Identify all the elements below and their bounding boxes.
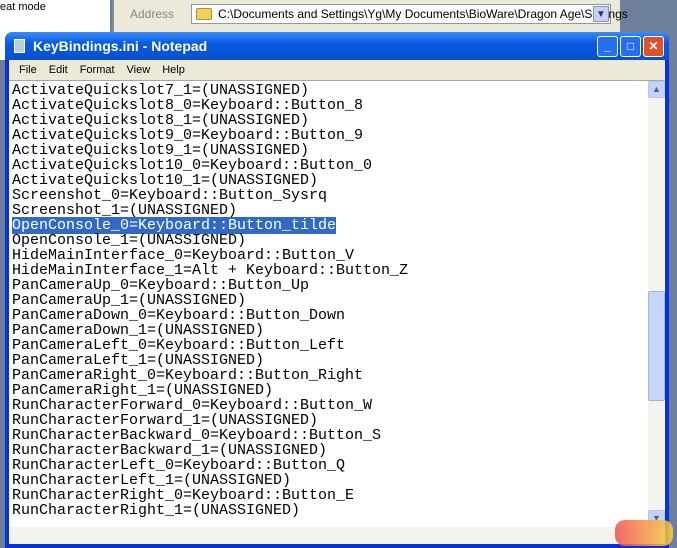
text-line: PanCameraUp_0=Keyboard::Button_Up [12, 278, 408, 293]
text-line: RunCharacterRight_0=Keyboard::Button_E [12, 488, 408, 503]
text-line: PanCameraRight_0=Keyboard::Button_Right [12, 368, 408, 383]
menu-edit[interactable]: Edit [43, 64, 74, 76]
close-button[interactable]: ✕ [643, 36, 664, 57]
text-line: RunCharacterRight_1=(UNASSIGNED) [12, 503, 408, 518]
notepad-icon [14, 39, 25, 53]
text-line: PanCameraDown_0=Keyboard::Button_Down [12, 308, 408, 323]
text-line: RunCharacterLeft_1=(UNASSIGNED) [12, 473, 408, 488]
scroll-thumb[interactable] [648, 291, 665, 402]
address-bar[interactable]: C:\Documents and Settings\Yg\My Document… [191, 4, 628, 24]
text-line: Screenshot_0=Keyboard::Button_Sysrq [12, 188, 408, 203]
text-content[interactable]: ActivateQuickslot7_1=(UNASSIGNED) Activat… [12, 83, 408, 518]
text-line: HideMainInterface_1=Alt + Keyboard::Butt… [12, 263, 408, 278]
text-line: Screenshot_1=(UNASSIGNED) [12, 203, 408, 218]
menu-format[interactable]: Format [74, 64, 121, 76]
window-title: KeyBindings.ini - Notepad [33, 38, 208, 54]
text-line: RunCharacterForward_0=Keyboard::Button_W [12, 398, 408, 413]
text-line: HideMainInterface_0=Keyboard::Button_V [12, 248, 408, 263]
menu-view[interactable]: View [121, 64, 157, 76]
background-text: eat mode [0, 1, 46, 13]
menu-bar: File Edit Format View Help [9, 60, 665, 80]
text-line: RunCharacterBackward_1=(UNASSIGNED) [12, 443, 408, 458]
text-line: ActivateQuickslot8_0=Keyboard::Button_8 [12, 98, 408, 113]
text-line: ActivateQuickslot10_0=Keyboard::Button_0 [12, 158, 408, 173]
title-bar[interactable]: KeyBindings.ini - Notepad _ □ ✕ [5, 32, 669, 60]
text-line: ActivateQuickslot8_1=(UNASSIGNED) [12, 113, 408, 128]
horizontal-scrollbar[interactable] [9, 527, 665, 544]
text-line: ActivateQuickslot9_1=(UNASSIGNED) [12, 143, 408, 158]
text-line: ActivateQuickslot9_0=Keyboard::Button_9 [12, 128, 408, 143]
text-editor[interactable]: ActivateQuickslot7_1=(UNASSIGNED) Activat… [9, 80, 665, 544]
maximize-button[interactable]: □ [620, 36, 641, 57]
vertical-scrollbar[interactable]: ▲ ▼ [648, 81, 665, 527]
text-line: OpenConsole_0=Keyboard::Button_tilde [12, 217, 408, 234]
minimize-button[interactable]: _ [597, 36, 618, 57]
watermark-logo [615, 520, 673, 546]
text-line: RunCharacterForward_1=(UNASSIGNED) [12, 413, 408, 428]
text-line: PanCameraUp_1=(UNASSIGNED) [12, 293, 408, 308]
menu-file[interactable]: File [13, 64, 43, 76]
text-line: OpenConsole_1=(UNASSIGNED) [12, 233, 408, 248]
text-line: RunCharacterLeft_0=Keyboard::Button_Q [12, 458, 408, 473]
text-line: RunCharacterBackward_0=Keyboard::Button_… [12, 428, 408, 443]
address-path: C:\Documents and Settings\Yg\My Document… [218, 7, 628, 21]
text-line: PanCameraDown_1=(UNASSIGNED) [12, 323, 408, 338]
text-line: ActivateQuickslot7_1=(UNASSIGNED) [12, 83, 408, 98]
scroll-up-button[interactable]: ▲ [648, 81, 665, 98]
menu-help[interactable]: Help [156, 64, 191, 76]
text-line: ActivateQuickslot10_1=(UNASSIGNED) [12, 173, 408, 188]
notepad-window: KeyBindings.ini - Notepad _ □ ✕ File Edi… [5, 32, 669, 548]
text-line: PanCameraLeft_1=(UNASSIGNED) [12, 353, 408, 368]
folder-icon [196, 8, 212, 20]
address-label: Address [130, 7, 175, 21]
chevron-down-icon[interactable]: ▼ [593, 6, 609, 22]
line-text: RunCharacterRight_1=(UNASSIGNED) [12, 502, 301, 519]
text-line: PanCameraRight_1=(UNASSIGNED) [12, 383, 408, 398]
text-line: PanCameraLeft_0=Keyboard::Button_Left [12, 338, 408, 353]
